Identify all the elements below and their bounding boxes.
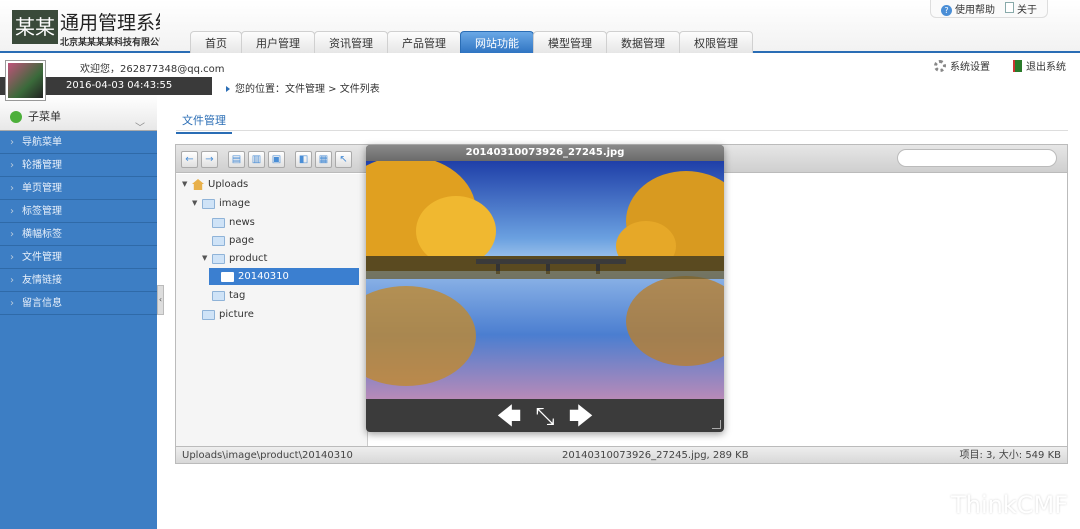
tree-label: page <box>229 235 254 246</box>
landscape-photo <box>366 161 724 399</box>
watermark: ThinkCMF <box>951 491 1068 519</box>
save-icon[interactable]: ▣ <box>268 151 285 168</box>
folder-icon <box>202 198 215 209</box>
tree-label: product <box>229 253 268 264</box>
folder-icon <box>212 253 225 264</box>
nav-models[interactable]: 模型管理 <box>533 31 607 53</box>
app-title: 通用管理系统 <box>60 12 160 34</box>
sidebar-item-single-page[interactable]: 单页管理 <box>0 177 157 200</box>
sidebar-item-files[interactable]: 文件管理 <box>0 246 157 269</box>
top-links: ? 使用帮助 关于 <box>930 0 1048 18</box>
tree-node-product[interactable]: ▼ product <box>202 250 267 267</box>
tree-label: 20140310 <box>238 271 289 282</box>
sidebar-header[interactable]: 子菜单 ﹀ <box>0 95 157 134</box>
prev-arrow-icon[interactable]: 🡄 <box>497 404 522 428</box>
tree-node-page[interactable]: page <box>212 232 254 249</box>
sidebar-item-nav-menu[interactable]: 导航菜单 <box>0 131 157 154</box>
tree-node-uploads[interactable]: ▼ Uploads <box>182 176 248 193</box>
document-icon <box>1005 2 1014 13</box>
preview-controls: 🡄 ⤡ 🡆 <box>366 399 724 432</box>
main-nav: 首页 用户管理 资讯管理 产品管理 网站功能 模型管理 数据管理 权限管理 <box>190 31 753 53</box>
help-icon: ? <box>941 5 952 16</box>
folder-tree: ▼ Uploads ▼ image news page ▼ product 20… <box>176 174 368 446</box>
nav-products[interactable]: 产品管理 <box>387 31 461 53</box>
nav-news[interactable]: 资讯管理 <box>314 31 388 53</box>
sidebar-item-carousel[interactable]: 轮播管理 <box>0 154 157 177</box>
logout-icon <box>1013 59 1022 72</box>
tree-label: image <box>219 198 251 209</box>
image-preview-dialog: 20140310073926_27245.jpg 🡄 ⤡ 🡆 <box>366 145 724 432</box>
folder-open-icon <box>221 271 234 282</box>
open-icon[interactable]: ◧ <box>295 151 312 168</box>
preview-title[interactable]: 20140310073926_27245.jpg <box>366 145 724 161</box>
help-label: 使用帮助 <box>955 5 995 16</box>
pointer-icon[interactable]: ↖ <box>335 151 352 168</box>
nav-users[interactable]: 用户管理 <box>241 31 315 53</box>
tree-label: tag <box>229 290 246 301</box>
tree-node-image[interactable]: ▼ image <box>192 195 250 212</box>
nav-data[interactable]: 数据管理 <box>606 31 680 53</box>
gear-icon <box>934 59 946 72</box>
tree-node-tag[interactable]: tag <box>212 287 245 304</box>
tree-node-news[interactable]: news <box>212 214 255 231</box>
back-icon[interactable]: ← <box>181 151 198 168</box>
nav-permissions[interactable]: 权限管理 <box>679 31 753 53</box>
forward-icon[interactable]: → <box>201 151 218 168</box>
folder-icon <box>212 290 225 301</box>
tree-label: Uploads <box>208 179 249 190</box>
sidebar-item-links[interactable]: 友情链接 <box>0 269 157 292</box>
fullscreen-icon[interactable]: ⤡ <box>535 404 554 428</box>
resize-handle[interactable] <box>712 420 721 429</box>
company-name: 北京某某某某科技有限公司 <box>60 38 160 48</box>
status-file: 20140310073926_27245.jpg, 289 KB <box>562 450 749 461</box>
home-icon <box>192 179 204 190</box>
reload-icon[interactable]: ▤ <box>228 151 245 168</box>
sidebar-item-tags[interactable]: 标签管理 <box>0 200 157 223</box>
breadcrumb: 您的位置：文件管理 > 文件列表 <box>226 80 380 95</box>
status-summary: 项目: 3, 大小: 549 KB <box>959 450 1062 461</box>
folder-icon <box>212 217 225 228</box>
nav-site-functions[interactable]: 网站功能 <box>460 31 534 53</box>
disk-icon[interactable]: ▦ <box>315 151 332 168</box>
sidebar: 子菜单 ﹀ 导航菜单 轮播管理 单页管理 标签管理 横幅标签 文件管理 友情链接… <box>0 95 157 529</box>
nav-home[interactable]: 首页 <box>190 31 242 53</box>
about-link[interactable]: 关于 <box>1005 1 1037 16</box>
logout-link[interactable]: 退出系统 <box>1013 58 1066 73</box>
welcome-text: 欢迎您，262877348@qq.com <box>80 64 225 75</box>
folder-icon <box>202 309 215 320</box>
logout-label: 退出系统 <box>1026 62 1066 73</box>
folder-icon <box>212 235 225 246</box>
settings-link[interactable]: 系统设置 <box>934 58 990 73</box>
tab-divider <box>176 130 1068 131</box>
next-arrow-icon[interactable]: 🡆 <box>569 404 594 428</box>
tree-label: news <box>229 217 255 228</box>
avatar[interactable] <box>6 61 45 100</box>
logo-mark: 某某 <box>12 10 58 44</box>
preview-image <box>366 161 724 399</box>
sidebar-header-label: 子菜单 <box>28 110 61 123</box>
sidebar-collapse-toggle[interactable]: ‹ <box>157 285 164 315</box>
new-file-icon[interactable]: ▥ <box>248 151 265 168</box>
app-header: 某某 通用管理系统 北京某某某某科技有限公司 ?使用帮助 关于 首页 用户管理 … <box>0 0 1080 53</box>
search-input[interactable] <box>897 149 1057 167</box>
tree-node-20140310[interactable]: 20140310 <box>209 268 359 285</box>
tree-node-picture[interactable]: picture <box>202 306 254 323</box>
status-path: Uploads\image\product\20140310 <box>182 450 353 461</box>
expand-icon: ▼ <box>202 254 208 262</box>
expand-icon: ▼ <box>182 180 188 188</box>
about-label: 关于 <box>1017 5 1037 16</box>
help-link[interactable]: ? 使用帮助 <box>941 1 995 16</box>
sidebar-item-banner-tags[interactable]: 横幅标签 <box>0 223 157 246</box>
expand-icon: ▼ <box>192 199 198 207</box>
status-bar: Uploads\image\product\20140310 201403100… <box>176 446 1067 463</box>
settings-label: 系统设置 <box>950 62 990 73</box>
tree-label: picture <box>219 309 254 320</box>
sidebar-item-messages[interactable]: 留言信息 <box>0 292 157 315</box>
check-circle-icon <box>10 111 22 123</box>
